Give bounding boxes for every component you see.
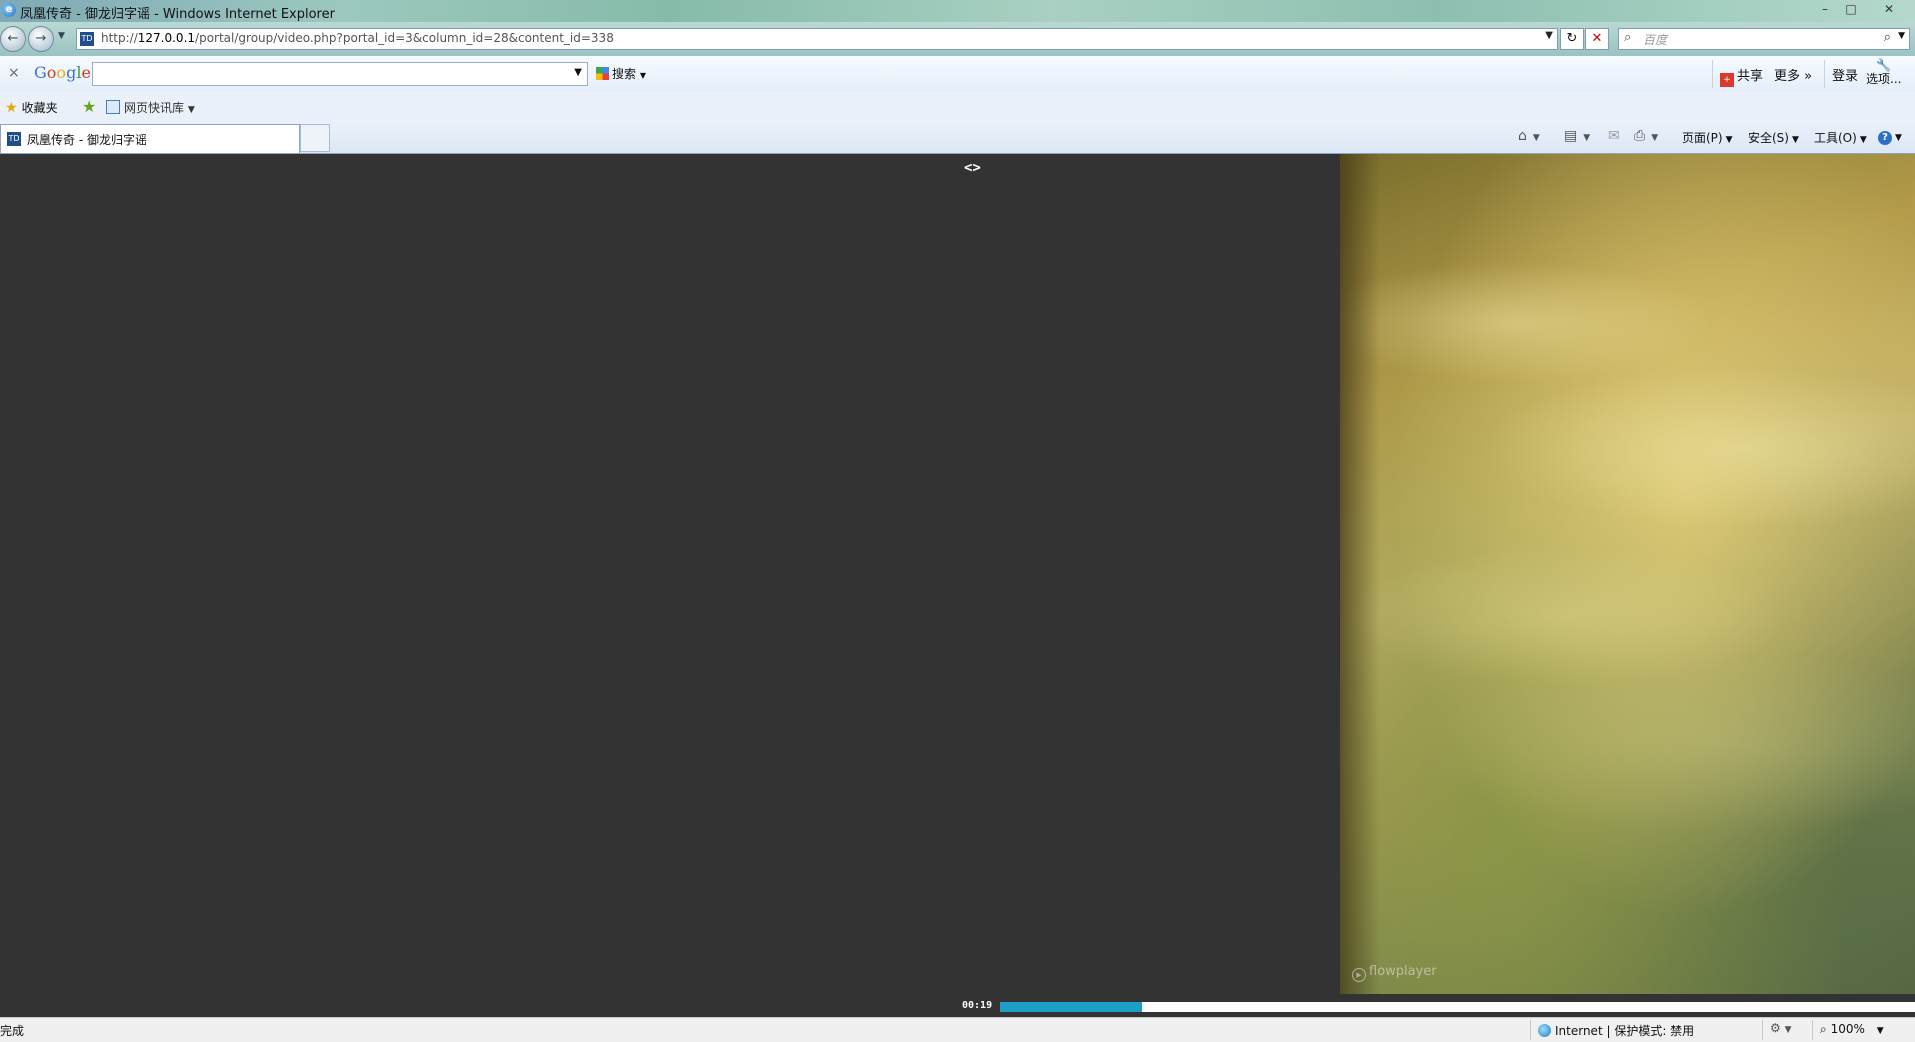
video-frame — [1340, 154, 1915, 994]
close-icon[interactable]: ✕ — [1878, 1, 1900, 17]
login-button[interactable]: 登录 — [1832, 65, 1858, 84]
feeds-icon[interactable]: ▤ ▼ — [1564, 128, 1590, 144]
toolbar-separator — [1712, 60, 1713, 88]
search-go-icon[interactable]: ⌕ — [1884, 30, 1891, 45]
title-bar: e 凤凰传奇 - 御龙归字谣 - Windows Internet Explor… — [0, 0, 1915, 22]
search-placeholder: 百度 — [1643, 33, 1668, 47]
toolbar-separator — [1824, 60, 1825, 88]
page-menu[interactable]: 页面(P) ▼ — [1682, 129, 1733, 146]
tab-row: TD 凤凰传奇 - 御龙归字谣 ⌂ ▼ ▤ ▼ ✉ ⎙ ▼ 页面(P) ▼ 安全(S) ▼… — [0, 122, 1915, 154]
google-toolbar-close-button[interactable]: × — [8, 65, 20, 81]
favorites-bar: ★ 收藏夹 ★ 网页快讯库 ▼ — [0, 92, 1915, 122]
home-icon[interactable]: ⌂ ▼ — [1518, 128, 1540, 144]
ie-logo-icon: e — [2, 3, 16, 17]
back-button[interactable]: ← — [0, 26, 26, 52]
zoom-control[interactable]: ⌕ 100% ▼ — [1820, 1022, 1884, 1037]
wrench-icon: 🔧 — [1876, 58, 1892, 72]
add-ons-icon[interactable]: ⚙ ▼ — [1770, 1021, 1792, 1035]
star-icon: ★ — [5, 100, 18, 116]
search-provider-icon: ⌕ — [1624, 30, 1632, 45]
safety-menu[interactable]: 安全(S) ▼ — [1748, 129, 1799, 146]
google-search-button[interactable]: 搜索 ▼ — [596, 65, 646, 82]
address-input[interactable]: TD http://127.0.0.1/portal/group/video.p… — [76, 28, 1558, 50]
web-slice-icon — [106, 100, 120, 114]
stop-button[interactable]: ✕ — [1585, 28, 1609, 50]
favorites-button[interactable]: ★ 收藏夹 — [5, 99, 58, 116]
current-time: 00:19 — [962, 1000, 993, 1011]
play-icon: ▶ — [1352, 968, 1366, 982]
minimize-icon[interactable]: – — [1814, 1, 1836, 17]
google-logo: Google — [34, 63, 91, 82]
page-content: <> ▶ flowplayer 00:19 — [0, 154, 1915, 1021]
flowplayer-watermark: ▶ flowplayer — [1352, 964, 1437, 982]
more-button[interactable]: 更多 » — [1774, 65, 1812, 84]
security-zone[interactable]: Internet | 保护模式: 禁用 — [1538, 1022, 1694, 1039]
player-timeline: 00:19 — [962, 1000, 1915, 1014]
options-button[interactable]: 🔧 选项... — [1866, 58, 1901, 86]
progress-track[interactable] — [1000, 1002, 1915, 1012]
address-dropdown-icon[interactable]: ▼ — [1545, 30, 1553, 41]
status-divider — [1812, 1020, 1813, 1040]
search-options-icon[interactable]: ▼ — [1898, 31, 1905, 41]
page-favicon-icon: TD — [80, 32, 94, 46]
window-title: 凤凰传奇 - 御龙归字谣 - Windows Internet Explorer — [20, 7, 335, 22]
url-text: http://127.0.0.1/portal/group/video.php?… — [101, 31, 614, 45]
google-search-icon — [596, 67, 609, 80]
new-tab-button[interactable] — [300, 124, 330, 152]
progress-fill — [1000, 1002, 1142, 1012]
refresh-button[interactable]: ↻ — [1560, 28, 1584, 50]
search-input[interactable]: ⌕ 百度 ⌕ ▼ — [1618, 28, 1910, 50]
tab-favicon-icon: TD — [7, 132, 21, 146]
mail-icon[interactable]: ✉ — [1608, 128, 1620, 144]
zoom-icon: ⌕ — [1820, 1022, 1827, 1036]
status-divider — [1762, 1020, 1763, 1040]
video-player[interactable]: ▶ flowplayer — [1340, 154, 1915, 994]
google-search-dropdown-icon[interactable]: ▼ — [574, 67, 582, 78]
google-search-input[interactable]: ▼ — [92, 62, 588, 86]
help-menu[interactable]: ? ▼ — [1878, 129, 1902, 145]
tab-label: 凤凰传奇 - 御龙归字谣 — [27, 133, 147, 147]
help-icon: ? — [1878, 131, 1892, 145]
forward-button[interactable]: → — [28, 26, 54, 52]
video-frame-edge — [1340, 154, 1380, 994]
share-button[interactable]: + 共享 — [1720, 65, 1763, 87]
status-divider — [1530, 1020, 1531, 1040]
print-icon[interactable]: ⎙ ▼ — [1634, 128, 1658, 144]
status-text: 完成 — [0, 1024, 25, 1038]
address-row: ← → ▼ TD http://127.0.0.1/portal/group/v… — [0, 22, 1915, 56]
tools-menu[interactable]: 工具(O) ▼ — [1814, 129, 1867, 146]
status-bar: 完成 Internet | 保护模式: 禁用 ⚙ ▼ ⌕ 100% ▼ — [0, 1017, 1915, 1042]
history-dropdown-icon[interactable]: ▼ — [58, 31, 65, 41]
share-icon: + — [1720, 73, 1734, 87]
globe-icon — [1538, 1024, 1551, 1037]
resize-handle[interactable]: <> — [964, 160, 981, 176]
maximize-icon[interactable]: □ — [1840, 1, 1862, 17]
add-favorite-icon[interactable]: ★ — [82, 97, 96, 116]
google-toolbar: × Google ▼ 搜索 ▼ + 共享 更多 » 登录 🔧 选项... — [0, 56, 1915, 93]
tab-active[interactable]: TD 凤凰传奇 - 御龙归字谣 — [0, 124, 300, 153]
web-slice-gallery-button[interactable]: 网页快讯库 ▼ — [106, 99, 195, 116]
